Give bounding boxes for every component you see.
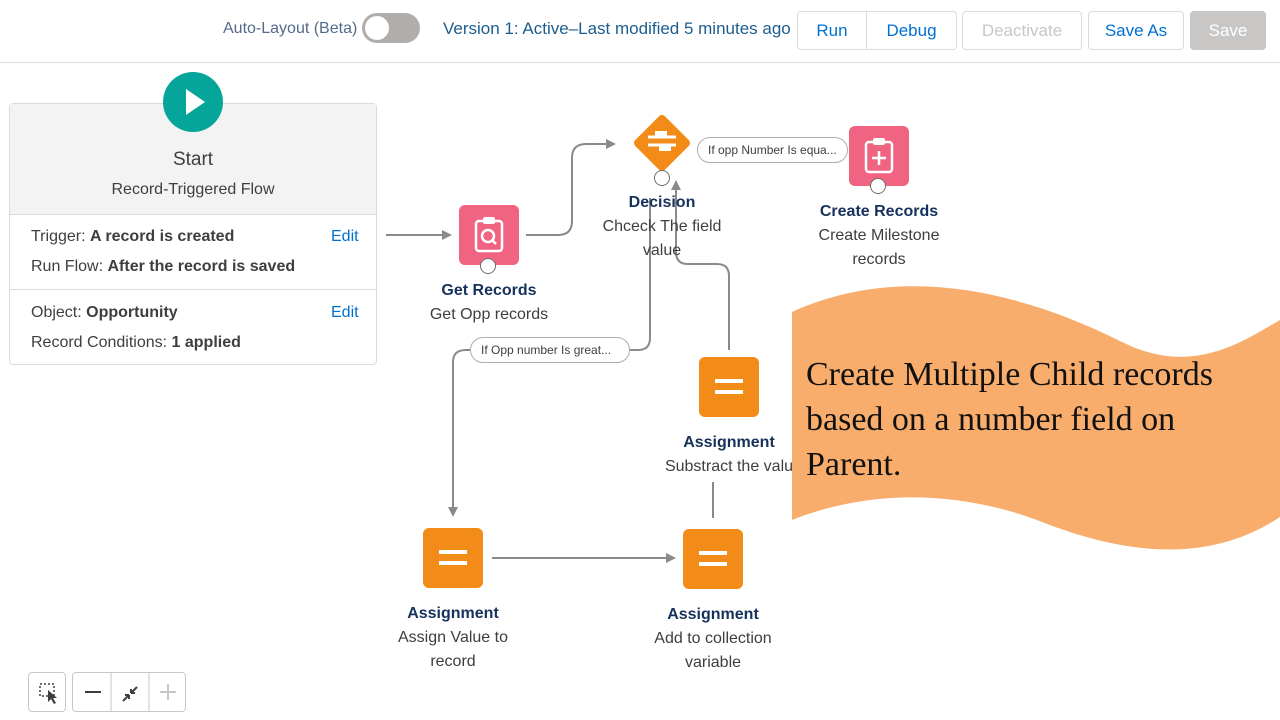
create-records-title: Create Records xyxy=(819,203,939,220)
trigger-label: Trigger: xyxy=(31,228,86,245)
decision-node[interactable] xyxy=(629,110,695,176)
start-node[interactable] xyxy=(163,72,223,132)
start-card[interactable]: Start Record-Triggered Flow Trigger: A r… xyxy=(9,103,377,365)
select-icon xyxy=(39,683,57,704)
get-records-connector-point[interactable] xyxy=(480,258,496,274)
decision-connector-point[interactable] xyxy=(654,170,670,186)
object-value: Opportunity xyxy=(86,304,178,321)
object-label: Object: xyxy=(31,304,82,321)
edit-object-link[interactable]: Edit xyxy=(331,304,359,322)
trigger-row: Trigger: A record is created xyxy=(31,228,234,246)
get-records-node[interactable] xyxy=(459,205,519,265)
assignment-collection-description-line2: variable xyxy=(684,654,742,671)
callout-line-3: Parent. xyxy=(806,446,902,483)
trigger-value: A record is created xyxy=(89,228,235,245)
decision-title: Decision xyxy=(628,194,696,211)
get-records-description: Get Opp records xyxy=(429,306,549,323)
start-subtitle: Record-Triggered Flow xyxy=(111,181,275,198)
equals-icon xyxy=(439,550,467,565)
create-records-description-line1: Create Milestone xyxy=(818,227,940,244)
object-row: Object: Opportunity xyxy=(31,304,178,322)
connector-label-greater[interactable]: If Opp number Is great... xyxy=(470,337,630,363)
assignment-collection-description-line1: Add to collection xyxy=(654,630,772,647)
assignment-subtract-node[interactable] xyxy=(699,357,759,417)
decision-description-line1: Chceck The field xyxy=(602,218,722,235)
connector-to-assign-value[interactable] xyxy=(448,349,470,517)
select-elements-button[interactable] xyxy=(28,672,66,712)
run-flow-row: Run Flow: After the record is saved xyxy=(31,258,295,276)
conditions-value: 1 applied xyxy=(171,334,241,351)
assignment-value-description-line1: Assign Value to xyxy=(398,629,508,646)
conditions-label: Record Conditions: xyxy=(31,334,168,351)
assignment-value-node[interactable] xyxy=(423,528,483,588)
connector-label-equal[interactable]: If opp Number Is equa... xyxy=(697,137,848,163)
run-flow-label: Run Flow: xyxy=(31,258,104,275)
create-records-description-line2: records xyxy=(852,251,906,268)
get-records-title: Get Records xyxy=(441,282,537,299)
add-record-icon xyxy=(864,138,894,174)
decision-icon xyxy=(633,114,691,172)
callout-text: Create Multiple Child records based on a… xyxy=(806,352,1274,487)
zoom-controls xyxy=(72,672,186,712)
edit-trigger-link[interactable]: Edit xyxy=(331,228,359,246)
divider xyxy=(10,289,376,290)
decision-description-line2: value xyxy=(642,242,682,259)
start-title: Start xyxy=(172,149,214,170)
create-records-node[interactable] xyxy=(849,126,909,186)
assignment-collection-node[interactable] xyxy=(683,529,743,589)
zoom-in-icon xyxy=(160,684,176,700)
assignment-value-description-line2: record xyxy=(430,653,476,670)
search-record-icon xyxy=(474,217,504,253)
run-flow-value: After the record is saved xyxy=(107,258,296,275)
play-icon xyxy=(186,89,205,115)
create-records-connector-point[interactable] xyxy=(870,178,886,194)
equals-icon xyxy=(699,551,727,566)
zoom-controls-icons xyxy=(85,673,176,711)
assignment-collection-title: Assignment xyxy=(667,606,759,623)
assignment-value-title: Assignment xyxy=(407,605,499,622)
callout-line-2: based on a number field on xyxy=(806,401,1176,438)
callout-line-1: Create Multiple Child records xyxy=(806,356,1213,393)
conditions-row: Record Conditions: 1 applied xyxy=(31,334,241,352)
fit-view-icon xyxy=(122,686,138,702)
equals-icon xyxy=(715,379,743,394)
